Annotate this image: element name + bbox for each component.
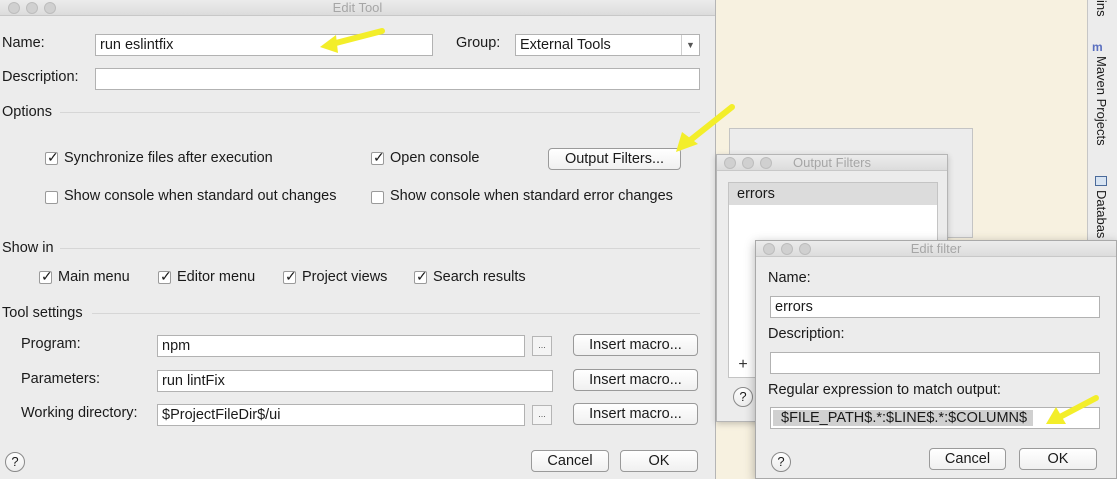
ok-button[interactable]: OK (1019, 448, 1097, 470)
annotation-arrow-icon (1046, 395, 1099, 424)
help-button[interactable]: ? (5, 452, 25, 472)
browse-working-directory-button[interactable]: ... (532, 405, 552, 425)
parameters-field[interactable]: run lintFix (157, 370, 553, 392)
filter-description-label: Description: (768, 326, 845, 342)
show-stderr-label: Show console when standard error changes (390, 188, 673, 204)
insert-macro-workdir-button[interactable]: Insert macro... (573, 403, 698, 425)
tool-settings-section-label: Tool settings (2, 305, 83, 321)
window-title: Edit filter (910, 241, 962, 256)
plugins-tab-label[interactable]: ins (1094, 0, 1109, 17)
add-filter-button[interactable]: + (728, 355, 758, 377)
program-field[interactable]: npm (157, 335, 525, 357)
edit-filter-dialog: Edit filter Name: errors Description: Re… (755, 240, 1117, 479)
insert-macro-parameters-button[interactable]: Insert macro... (573, 369, 698, 391)
show-stderr-checkbox[interactable] (371, 191, 384, 204)
title-bar: Output Filters (717, 155, 947, 171)
search-results-checkbox[interactable]: ✓ (414, 268, 428, 284)
open-console-checkbox[interactable]: ✓ (371, 149, 385, 165)
checkmark-icon: ✓ (416, 268, 428, 284)
filter-name-field[interactable]: errors (770, 296, 1100, 318)
sync-files-label: Synchronize files after execution (64, 150, 273, 166)
group-select-value: External Tools (520, 37, 611, 53)
maven-icon: m (1092, 40, 1103, 54)
checkmark-icon: ✓ (41, 268, 53, 284)
search-results-label: Search results (433, 269, 526, 285)
regex-value: $FILE_PATH$.*:$LINE$.*:$COLUMN$ (773, 410, 1034, 426)
annotation-arrow-icon (320, 28, 385, 53)
show-stdout-checkbox[interactable] (45, 191, 58, 204)
main-menu-checkbox[interactable]: ✓ (39, 268, 53, 284)
project-views-checkbox[interactable]: ✓ (283, 268, 297, 284)
tool-settings-divider (92, 313, 700, 314)
name-label: Name: (2, 35, 45, 51)
window-title: Output Filters (792, 155, 872, 170)
show-in-divider (60, 248, 700, 249)
sync-files-checkbox[interactable]: ✓ (45, 149, 59, 165)
maven-projects-tab[interactable]: Maven Projects (1094, 56, 1109, 146)
show-stdout-label: Show console when standard out changes (64, 188, 337, 204)
browse-program-button[interactable]: ... (532, 336, 552, 356)
filter-name-label: Name: (768, 270, 811, 286)
title-bar: Edit Tool (0, 0, 715, 16)
database-tab[interactable]: Databas (1094, 190, 1109, 238)
project-views-label: Project views (302, 269, 388, 285)
filter-description-field[interactable] (770, 352, 1100, 374)
checkmark-icon: ✓ (285, 268, 297, 284)
group-label: Group: (456, 35, 501, 51)
parameters-label: Parameters: (21, 371, 100, 387)
title-bar: Edit filter (756, 241, 1116, 257)
options-section-label: Options (2, 104, 52, 120)
edit-tool-dialog: Edit Tool Name: run eslintfix Group: Ext… (0, 0, 735, 479)
checkmark-icon: ✓ (47, 149, 59, 165)
database-icon (1095, 176, 1107, 186)
program-label: Program: (21, 336, 81, 352)
chevron-down-icon: ▼ (681, 35, 699, 55)
group-select[interactable]: External Tools ▼ (515, 34, 700, 56)
help-button[interactable]: ? (771, 452, 791, 472)
ok-button[interactable]: OK (620, 450, 698, 472)
description-label: Description: (2, 69, 79, 85)
description-field[interactable] (95, 68, 700, 90)
main-menu-label: Main menu (58, 269, 130, 285)
working-directory-field[interactable]: $ProjectFileDir$/ui (157, 404, 525, 426)
insert-macro-program-button[interactable]: Insert macro... (573, 334, 698, 356)
open-console-label: Open console (390, 150, 480, 166)
regex-label: Regular expression to match output: (768, 382, 1001, 398)
checkmark-icon: ✓ (160, 268, 172, 284)
help-button[interactable]: ? (733, 387, 753, 407)
editor-menu-checkbox[interactable]: ✓ (158, 268, 172, 284)
show-in-section-label: Show in (2, 240, 54, 256)
window-title: Edit Tool (332, 0, 383, 15)
list-item[interactable]: errors (729, 183, 937, 205)
working-directory-label: Working directory: (21, 405, 138, 421)
cancel-button[interactable]: Cancel (531, 450, 609, 472)
checkmark-icon: ✓ (373, 149, 385, 165)
editor-menu-label: Editor menu (177, 269, 256, 285)
output-filters-button[interactable]: Output Filters... (548, 148, 681, 170)
options-divider (60, 112, 700, 113)
cancel-button[interactable]: Cancel (929, 448, 1006, 470)
